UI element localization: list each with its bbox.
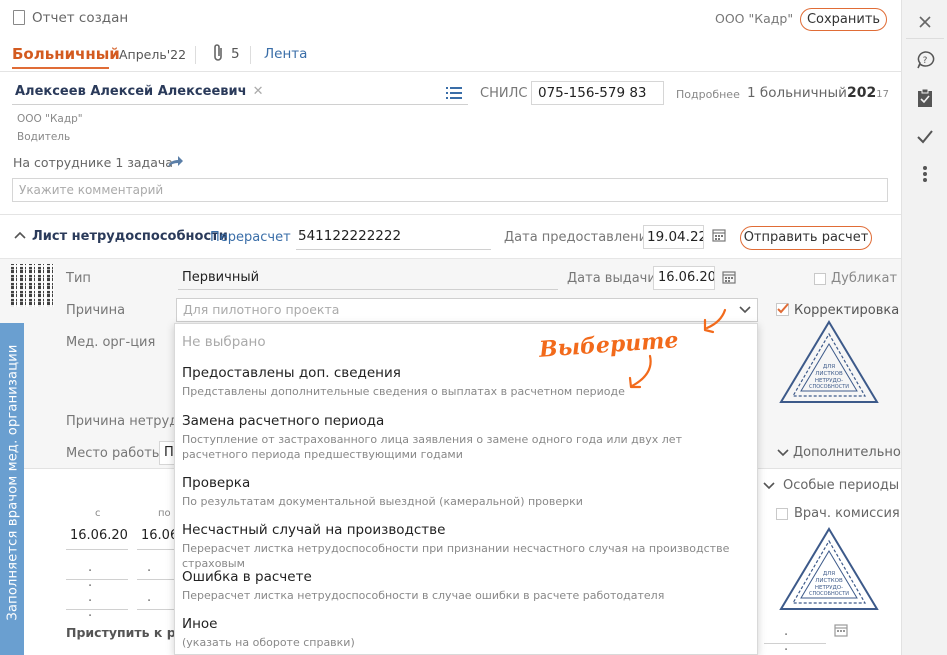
additional-toggle[interactable]: Дополнительно [793,445,901,460]
qr-code [11,264,54,307]
reason-select[interactable]: Для пилотного проекта [176,298,758,322]
svg-text:СПОСОБНОСТИ: СПОСОБНОСТИ [809,591,849,597]
workplace-label: Место работы [66,446,163,461]
task-text[interactable]: На сотруднике 1 задача [13,155,173,170]
share-arrow-icon[interactable] [166,155,184,169]
disability-reason-label: Причина нетрудо [66,414,187,429]
duplicate-label: Дубликат [831,271,898,286]
start-work-label: Приступить к рабо [66,625,176,640]
svg-text:?: ? [923,56,928,66]
snils-label: СНИЛС [480,86,528,101]
tab-feed[interactable]: Лента [264,46,307,62]
divider [250,46,251,64]
type-label: Тип [66,271,91,286]
list-icon[interactable] [446,86,462,100]
paperclip-icon[interactable] [212,43,232,65]
sheet-title: Лист нетрудоспособности [32,229,228,244]
date-to-2[interactable]: . [137,560,179,580]
date-from-2[interactable]: . . [66,560,128,590]
svg-text:ЛИСТКОВ: ЛИСТКОВ [815,371,843,377]
tab-period[interactable]: Апрель'22 [119,47,186,62]
chevron-down-icon[interactable] [762,480,776,492]
reason-label: Причина [66,303,126,318]
snils-input[interactable]: 075-156-579 83 [531,81,664,105]
right-toolbar: ? [901,0,947,655]
attachments-count[interactable]: 5 [231,46,240,62]
collapse-chevron-icon[interactable] [13,229,27,241]
sheet-number-field[interactable]: 541122222222 [296,228,491,250]
calendar-icon[interactable] [834,623,848,637]
date-from-1[interactable]: 16.06.20 [66,528,128,550]
reason-dropdown-list: Не выбрано Предоставлены доп. сведения П… [174,308,758,655]
special-periods-toggle[interactable]: Особые периоды [783,478,899,493]
save-button[interactable]: Сохранить [800,8,887,31]
correction-label: Корректировка [794,303,900,318]
stamp-image: ДЛЯ ЛИСТКОВ НЕТРУДО- СПОСОБНОСТИ [779,320,879,405]
to-label: по [158,508,171,519]
chevron-down-icon[interactable] [776,447,790,459]
divider [195,46,196,64]
sick-year: 20217 [847,85,889,101]
comment-input[interactable]: Укажите комментарий [12,178,888,202]
employee-name: Алексеев Алексей Алексеевич [15,84,247,99]
issue-date-input[interactable]: 16.06.20 [653,266,715,290]
svg-text:СПОСОБНОСТИ: СПОСОБНОСТИ [809,384,849,390]
date-provided-input[interactable]: 19.04.22 [643,225,704,249]
employee-position: Водитель [17,131,71,143]
type-value[interactable]: Первичный [178,266,558,290]
from-label: с [95,508,101,519]
doctor-fill-label: Заполняется врачом мед. организации [5,344,21,621]
calendar-icon[interactable] [722,270,736,284]
status-label: Отчет создан [32,10,129,26]
dropdown-option[interactable]: Несчастный случай на производстве Перера… [182,522,749,571]
svg-text:ДЛЯ: ДЛЯ [823,364,835,370]
close-icon[interactable] [915,12,935,32]
sick-leave-count[interactable]: 1 больничный [747,85,847,101]
clear-icon[interactable]: ✕ [253,84,264,99]
section-separator [0,214,901,215]
tab-sick-leave[interactable]: Больничный [12,45,120,63]
send-calc-button[interactable]: Отправить расчет [740,226,872,250]
employee-field[interactable]: Алексеев Алексей Алексеевич ✕ [12,81,468,105]
org-name: ООО "Кадр" [715,11,794,26]
check-icon[interactable] [915,126,935,146]
chevron-down-icon[interactable] [738,304,752,316]
issue-date-label: Дата выдачи [567,271,656,286]
recalc-link[interactable]: Перерасчет [210,230,291,245]
svg-text:ДЛЯ: ДЛЯ [823,571,835,577]
commission-checkbox[interactable] [776,508,788,520]
calendar-icon[interactable] [712,228,726,242]
svg-text:ЛИСТКОВ: ЛИСТКОВ [815,578,843,584]
employee-company: ООО "Кадр" [17,113,83,125]
more-vertical-icon[interactable] [915,164,935,184]
date-provided-label: Дата предоставления [504,230,655,245]
clipboard-icon[interactable] [915,88,935,108]
duplicate-checkbox[interactable] [814,273,826,285]
document-icon [13,10,25,25]
dropdown-option[interactable]: Предоставлены доп. сведения Представлены… [182,365,749,399]
rail-divider [906,38,944,39]
tabs-separator [0,71,901,72]
bottom-date-field[interactable]: . . [764,624,826,654]
stamp-image: ДЛЯ ЛИСТКОВ НЕТРУДО- СПОСОБНОСТИ [779,527,879,612]
help-icon[interactable]: ? [915,50,935,70]
dropdown-option[interactable]: Иное (указать на обороте справки) [182,616,749,650]
active-tab-underline [12,67,109,69]
dropdown-option[interactable]: Проверка По результатам документальной в… [182,475,749,509]
medorg-label: Мед. орг-ция [66,335,156,350]
details-link[interactable]: Подробнее [676,88,740,101]
doctor-fill-sidebar: Заполняется врачом мед. организации [0,323,24,655]
date-to-3[interactable]: . [137,590,179,610]
hint-arrow-icon [628,354,652,389]
date-from-3[interactable]: . . [66,590,128,620]
correction-checkbox[interactable] [776,303,789,316]
commission-label: Врач. комиссия [794,506,900,521]
date-to-1[interactable]: 16.06. [137,528,179,550]
dropdown-option[interactable]: Ошибка в расчете Перерасчет листка нетру… [182,569,749,603]
dropdown-option[interactable]: Замена расчетного периода Поступление от… [182,413,749,462]
reason-placeholder: Для пилотного проекта [183,302,340,317]
hint-arrow-icon [703,308,727,334]
report-main-panel: Отчет создан ООО "Кадр" Сохранить Больни… [0,0,901,655]
